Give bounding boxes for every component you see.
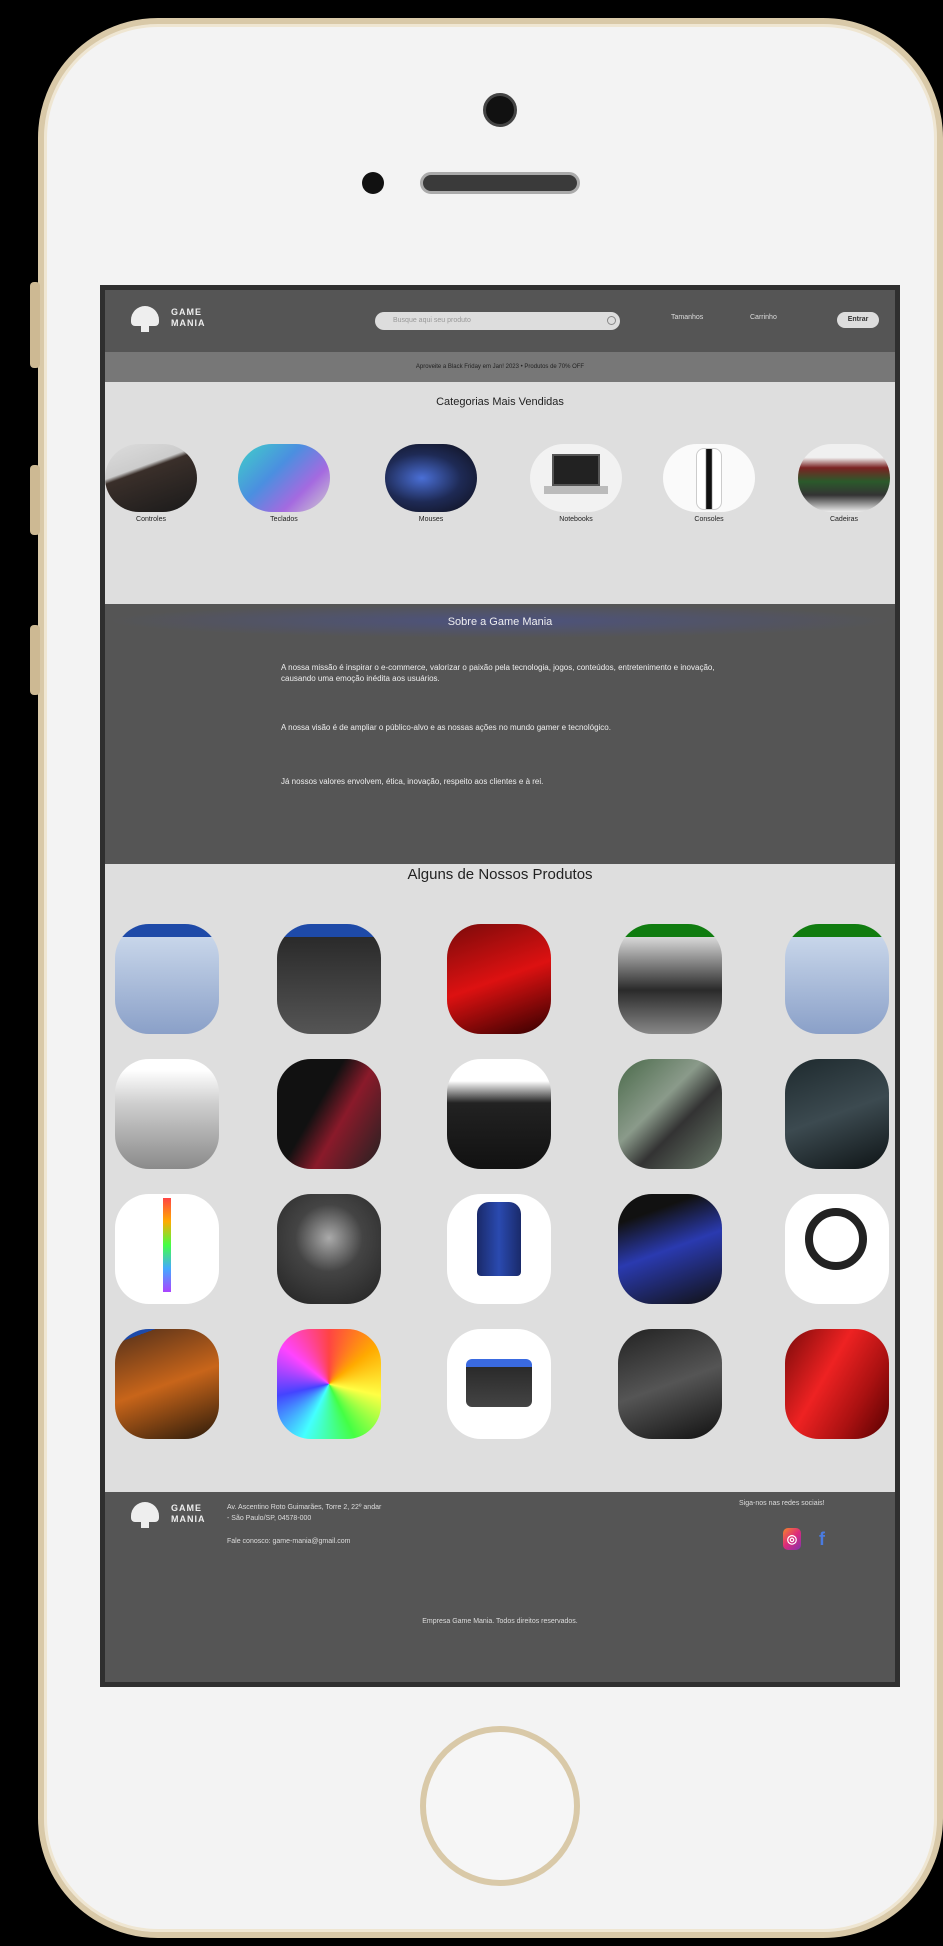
footer-logo[interactable]: GAME MANIA [127, 1500, 206, 1528]
category-label: Mouses [418, 516, 444, 523]
login-button[interactable]: Entrar [837, 312, 879, 328]
front-camera [483, 93, 517, 127]
footer-copyright: Empresa Game Mania. Todos direitos reser… [422, 1618, 578, 1625]
keyboard-image [238, 444, 330, 512]
about-title: Sobre a Game Mania [105, 604, 895, 638]
product-microphone[interactable] [277, 1194, 381, 1304]
product-power-supply[interactable] [447, 1059, 551, 1169]
nav-link-sizes[interactable]: Tamanhos [671, 314, 703, 321]
site-footer: GAME MANIA Av. Ascentino Roto Guimarães,… [105, 1492, 895, 1682]
product-hard-drive[interactable] [115, 1059, 219, 1169]
product-steering-wheel[interactable] [785, 1194, 889, 1304]
category-notebooks[interactable]: Notebooks [530, 444, 622, 523]
earpiece-speaker [420, 172, 580, 194]
site-header: GAME MANIA Busque aqui seu produto Taman… [105, 290, 895, 352]
console-shape [696, 448, 722, 510]
logo-text-line1: GAME [171, 1503, 202, 1513]
category-mice[interactable]: Mouses [385, 444, 477, 523]
site-logo[interactable]: GAME MANIA [127, 304, 206, 332]
logo-text-line1: GAME [171, 307, 202, 317]
category-label: Notebooks [559, 516, 593, 523]
logo-text-line2: MANIA [171, 1514, 206, 1524]
products-title: Alguns de Nossos Produtos [407, 866, 593, 883]
mouse-image [385, 444, 477, 512]
footer-follow-text: Siga-nos nas redes sociais! [739, 1500, 825, 1507]
product-fifa-ps4[interactable] [115, 924, 219, 1034]
product-rgb-fans[interactable] [277, 1329, 381, 1439]
category-chairs[interactable]: Cadeiras [798, 444, 890, 523]
mushroom-logo-icon [127, 1500, 163, 1528]
rgb-lamp-shape [163, 1198, 171, 1292]
categories-title: Categorias Mais Vendidas [436, 396, 564, 408]
instagram-icon[interactable]: ◎ [783, 1528, 801, 1550]
about-values-text: Já nossos valores envolvem, ética, inova… [281, 777, 544, 786]
chair-image [798, 444, 890, 512]
about-mission-text: A nossa missão é inspirar o e-commerce, … [281, 663, 715, 683]
product-fifa-xbox[interactable] [785, 924, 889, 1034]
volume-down-button [30, 625, 40, 695]
website-screen: GAME MANIA Busque aqui seu produto Taman… [100, 285, 900, 1687]
about-section: Sobre a Game Mania A nossa missão é insp… [105, 604, 895, 864]
notebook-image [530, 444, 622, 512]
product-rgb-lamp[interactable] [115, 1194, 219, 1304]
chair-shape [477, 1202, 521, 1276]
product-infamous-game[interactable] [115, 1329, 219, 1439]
category-label: Cadeiras [829, 516, 858, 523]
product-vr-headset[interactable] [618, 1194, 722, 1304]
category-label: Consoles [694, 516, 724, 523]
product-memory[interactable] [785, 1059, 889, 1169]
footer-address: Av. Ascentino Roto Guimarães, Torre 2, 2… [227, 1502, 381, 1524]
product-dark-alliance[interactable] [618, 924, 722, 1034]
search-input[interactable]: Busque aqui seu produto [375, 312, 620, 330]
stream-deck-shape [466, 1359, 532, 1407]
category-controllers[interactable]: Controles [105, 444, 197, 523]
steering-wheel-shape [805, 1208, 867, 1270]
product-last-of-us-2[interactable] [277, 924, 381, 1034]
product-gaming-chair[interactable] [447, 1194, 551, 1304]
volume-up-button [30, 465, 40, 535]
categories-section: Categorias Mais Vendidas Controles Tecla… [105, 382, 895, 604]
products-section: Alguns de Nossos Produtos [105, 864, 895, 1492]
category-consoles[interactable]: Consoles [663, 444, 755, 523]
product-gran-turismo[interactable] [447, 924, 551, 1034]
console-image [663, 444, 755, 512]
product-red-accessory[interactable] [785, 1329, 889, 1439]
address-line-1: Av. Ascentino Roto Guimarães, Torre 2, 2… [227, 1504, 382, 1511]
mute-switch [30, 282, 40, 368]
logo-text-line2: MANIA [171, 318, 206, 328]
proximity-sensor [362, 172, 384, 194]
product-motherboard[interactable] [618, 1059, 722, 1169]
category-label: Controles [136, 516, 166, 523]
nav-link-cart[interactable]: Carrinho [750, 314, 777, 321]
notebook-screen-shape [552, 454, 600, 486]
notebook-base-shape [544, 486, 608, 494]
promo-banner: Aproveite a Black Friday em Jan! 2023 • … [105, 352, 895, 382]
about-vision-text: A nossa visão é de ampliar o público-alv… [281, 723, 611, 732]
category-keyboards[interactable]: Teclados [238, 444, 330, 523]
footer-email[interactable]: Fale conosco: game-mania@gmail.com [227, 1538, 350, 1545]
home-button[interactable] [420, 1726, 580, 1886]
controller-image [105, 444, 197, 512]
search-icon[interactable] [607, 316, 616, 325]
product-controller-stand[interactable] [618, 1329, 722, 1439]
category-label: Teclados [270, 516, 298, 523]
mushroom-logo-icon [127, 304, 163, 332]
facebook-icon[interactable]: f [813, 1528, 831, 1550]
product-graphics-card[interactable] [277, 1059, 381, 1169]
address-line-2: - São Paulo/SP, 04578-000 [227, 1515, 312, 1522]
product-stream-deck[interactable] [447, 1329, 551, 1439]
